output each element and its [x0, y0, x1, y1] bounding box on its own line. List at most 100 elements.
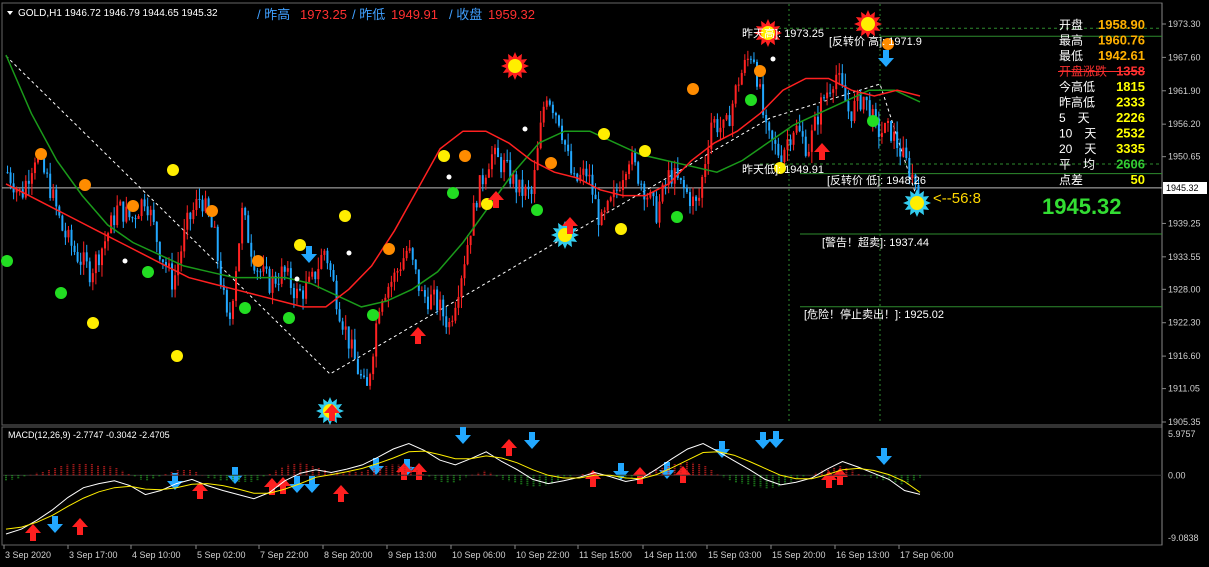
candle-body — [463, 264, 466, 279]
candle-body — [606, 200, 609, 211]
candle-body — [887, 120, 890, 123]
top-burst-core — [508, 59, 522, 73]
candle-body — [454, 307, 457, 321]
candle-body — [332, 270, 335, 281]
macd-down-arrow-icon — [755, 432, 771, 449]
candle-body — [225, 290, 228, 313]
candle-body — [353, 339, 356, 359]
top-burst — [501, 52, 529, 80]
candle-body — [783, 149, 786, 163]
candle-body — [122, 201, 125, 222]
dropdown-triangle-icon[interactable] — [7, 11, 13, 15]
macd-up-arrow-icon — [333, 485, 349, 502]
candle-body — [417, 269, 420, 291]
up-arrow-icon — [814, 143, 830, 160]
candle-body — [97, 254, 100, 266]
candle-body — [82, 252, 85, 265]
time-tick-label: 15 Sep 20:00 — [772, 550, 826, 560]
candle-body — [61, 215, 64, 231]
candle-body — [795, 125, 798, 133]
candle-body — [594, 194, 597, 200]
time-tick-label: 3 Sep 17:00 — [69, 550, 118, 560]
candle-body — [688, 192, 691, 207]
candle-body — [749, 58, 752, 60]
candle-body — [155, 221, 158, 242]
big-price: 1945.32 — [1042, 194, 1122, 219]
candle-body — [655, 196, 658, 223]
prev-low-label: / 昨低 — [352, 7, 385, 22]
stat-label: 开盘 — [1059, 17, 1083, 32]
price-tick-label: 1933.55 — [1168, 252, 1201, 262]
candle-body — [493, 147, 496, 155]
signal-line — [5, 450, 921, 530]
candle-body — [125, 206, 128, 222]
candle-body — [64, 230, 67, 238]
candle-body — [137, 216, 140, 220]
price-chart[interactable]: GOLD,H1 1946.72 1946.79 1944.65 1945.32 … — [0, 0, 1209, 567]
candle-body — [695, 196, 698, 201]
candle-body — [314, 271, 317, 280]
candle-body — [798, 125, 801, 132]
candle-body — [6, 172, 9, 174]
candle-body — [320, 254, 323, 269]
candle-body — [624, 174, 627, 181]
stat-value: 1815 — [1116, 79, 1145, 94]
candle-body — [393, 272, 396, 282]
signal-dot — [252, 255, 264, 267]
candle-body — [295, 288, 298, 299]
time-axis: 3 Sep 2020 3 Sep 17:00 4 Sep 10:00 5 Sep 02… — [3, 545, 954, 560]
signal-dot — [206, 205, 218, 217]
bottom-burst-core — [910, 196, 924, 210]
top-burst — [854, 10, 882, 38]
price-tick-label: 1967.60 — [1168, 52, 1201, 62]
candle-body — [896, 131, 899, 149]
candle-body — [734, 85, 737, 104]
macd-down-arrow-icon — [714, 441, 730, 458]
candle-body — [356, 358, 359, 374]
candle-body — [250, 242, 253, 257]
signal-dot — [531, 204, 543, 216]
stat-value: 2226 — [1116, 110, 1145, 125]
candle-body — [588, 174, 591, 177]
candle-body — [685, 187, 688, 193]
candle-body — [826, 92, 829, 99]
candle-body — [487, 169, 490, 178]
macd-tick-label: 5.9757 — [1168, 429, 1196, 439]
candle-body — [512, 174, 515, 184]
candle-body — [241, 207, 244, 244]
signal-dot — [383, 243, 395, 255]
price-tick-label: 1911.05 — [1168, 384, 1200, 394]
candle-body — [621, 180, 624, 191]
level-prev-low-label: 昨天低]: 1949.91 — [742, 163, 824, 176]
up-arrow-icon — [410, 327, 426, 344]
candle-body — [362, 375, 365, 378]
macd-down-arrow-icon — [47, 516, 63, 533]
candle-body — [573, 173, 576, 175]
macd-down-arrow-icon — [524, 432, 540, 449]
candle-body — [542, 106, 545, 123]
candle-body — [268, 268, 271, 293]
candle-body — [506, 160, 509, 162]
candle-body — [228, 312, 231, 319]
stat-label: 点差 — [1059, 173, 1083, 187]
candle-body — [865, 96, 868, 101]
price-tick-label: 1939.25 — [1168, 218, 1201, 228]
candle-body — [722, 119, 725, 128]
candle-body — [713, 119, 716, 123]
price-tick-label: 1973.30 — [1168, 19, 1201, 29]
candle-body — [390, 281, 393, 287]
candle-body — [186, 212, 189, 230]
stat-label: 昨高低 — [1059, 95, 1095, 110]
signal-dot — [142, 266, 154, 278]
candle-body — [67, 229, 70, 238]
level-danger-label: [危险！停止卖出！]: 1925.02 — [804, 307, 944, 321]
stat-label: 5 天 — [1059, 111, 1090, 125]
candle-body — [85, 252, 88, 262]
candle-body — [567, 144, 570, 152]
candle-body — [707, 149, 710, 165]
candle-body — [716, 119, 719, 133]
candle-body — [116, 205, 119, 226]
candle-body — [536, 148, 539, 171]
level-rev-high-label: [反转价 高]: 1971.9 — [829, 34, 922, 48]
candle-body — [646, 197, 649, 200]
